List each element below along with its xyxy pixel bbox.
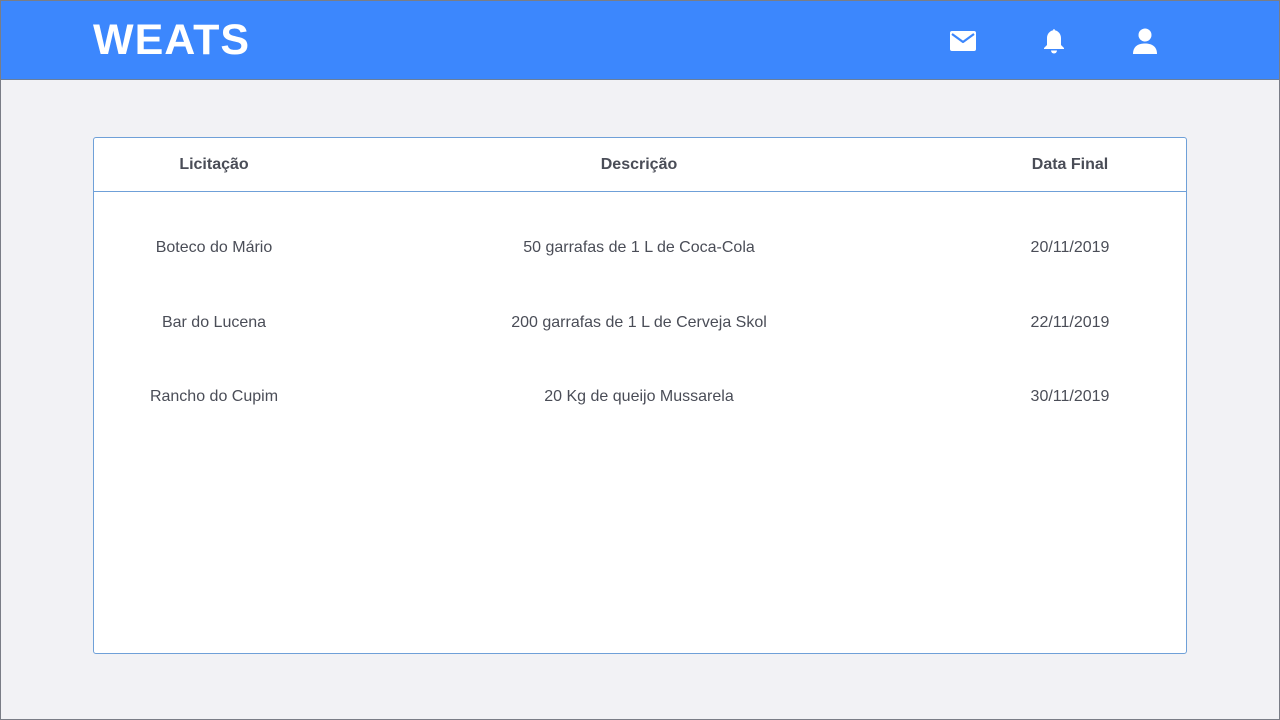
column-header-licitacao[interactable]: Licitação [94,155,334,175]
column-header-descricao[interactable]: Descrição [424,155,854,175]
top-app-bar: WEATS [1,1,1279,80]
cell-data-final: 22/11/2019 [1030,314,1110,331]
user-icon[interactable] [1129,25,1161,57]
bell-icon[interactable] [1038,25,1070,57]
cell-licitacao: Rancho do Cupim [149,388,279,405]
cell-descricao: 20 Kg de queijo Mussarela [544,388,734,405]
table-header: Licitação Descrição Data Final [94,138,1186,192]
column-header-data-final[interactable]: Data Final [994,155,1146,175]
bids-table: Licitação Descrição Data Final Boteco do… [93,137,1187,654]
cell-data-final: 30/11/2019 [1030,388,1110,405]
table-row[interactable]: Boteco do Mário 50 garrafas de 1 L de Co… [94,228,1186,268]
table-row[interactable]: Rancho do Cupim 20 Kg de queijo Mussarel… [94,377,1186,417]
cell-licitacao: Boteco do Mário [155,239,273,256]
app-logo[interactable]: WEATS [93,15,250,65]
cell-descricao: 50 garrafas de 1 L de Coca-Cola [523,239,755,256]
cell-data-final: 20/11/2019 [1030,239,1110,256]
cell-licitacao: Bar do Lucena [161,314,267,331]
cell-descricao: 200 garrafas de 1 L de Cerveja Skol [511,314,767,331]
mail-icon[interactable] [947,25,979,57]
table-row[interactable]: Bar do Lucena 200 garrafas de 1 L de Cer… [94,303,1186,343]
